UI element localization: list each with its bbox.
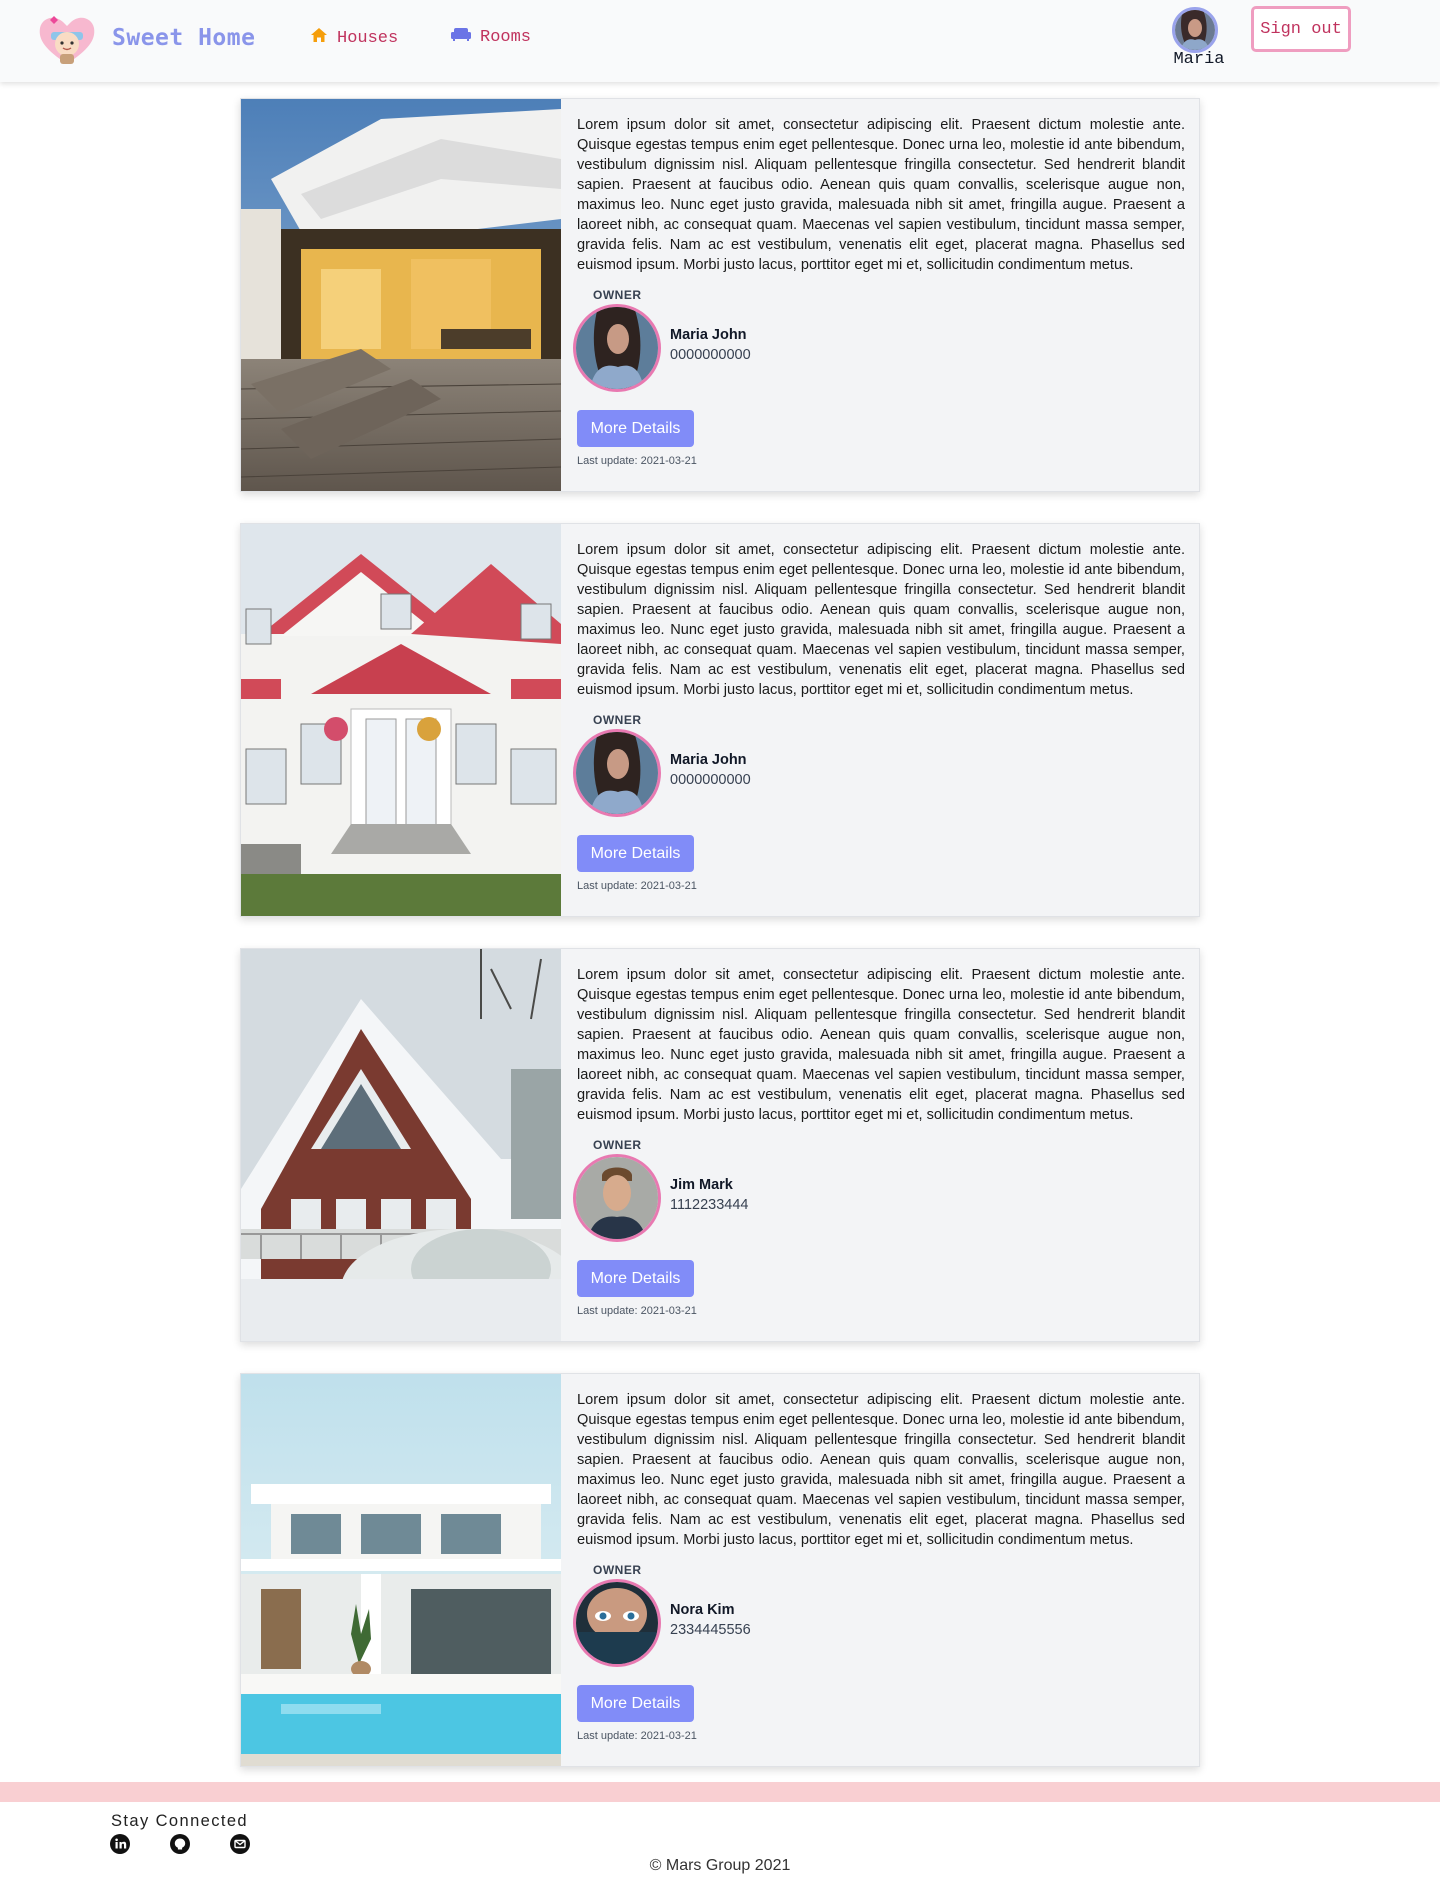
nav-rooms-link[interactable]: Rooms <box>451 27 531 47</box>
listing-description: Lorem ipsum dolor sit amet, consectetur … <box>577 542 1185 698</box>
more-details-button[interactable]: More Details <box>577 1685 694 1722</box>
owner-section: Jim Mark 1112233444 <box>573 1154 1185 1242</box>
user-name: Maria <box>1173 50 1225 69</box>
owner-phone: 2334445556 <box>670 1622 751 1638</box>
owner-label: OWNER <box>593 288 642 302</box>
house-icon <box>310 27 328 49</box>
logo-icon[interactable] <box>36 12 98 68</box>
owner-avatar[interactable] <box>573 1579 661 1667</box>
more-details-button[interactable]: More Details <box>577 410 694 447</box>
nav-rooms-label: Rooms <box>480 27 532 47</box>
owner-section: Maria John 0000000000 <box>573 304 1185 392</box>
owner-section: Nora Kim 2334445556 <box>573 1579 1185 1667</box>
copyright: © Mars Group 2021 <box>649 1857 791 1874</box>
last-update: Last update: 2021-03-21 <box>577 1305 697 1317</box>
owner-name: Maria John <box>670 327 747 343</box>
listing-card: Lorem ipsum dolor sit amet, consectetur … <box>240 98 1200 492</box>
listing-card: Lorem ipsum dolor sit amet, consectetur … <box>240 948 1200 1342</box>
last-update: Last update: 2021-03-21 <box>577 455 697 467</box>
nav-houses-label: Houses <box>337 28 399 48</box>
owner-phone: 1112233444 <box>670 1197 749 1213</box>
listing-description: Lorem ipsum dolor sit amet, consectetur … <box>577 967 1185 1123</box>
owner-phone: 0000000000 <box>670 772 751 788</box>
github-icon[interactable] <box>170 1834 190 1854</box>
navbar: Sweet Home Houses Rooms Maria Sign out <box>0 0 1440 82</box>
owner-name: Jim Mark <box>670 1177 733 1193</box>
listing-description: Lorem ipsum dolor sit amet, consectetur … <box>577 117 1185 273</box>
owner-label: OWNER <box>593 1563 642 1577</box>
owner-label: OWNER <box>593 1138 642 1152</box>
owner-name: Nora Kim <box>670 1602 735 1618</box>
email-icon[interactable] <box>230 1834 250 1854</box>
footer-band <box>0 1782 1440 1802</box>
owner-phone: 0000000000 <box>670 347 751 363</box>
house-image[interactable] <box>241 1374 561 1766</box>
house-image[interactable] <box>241 524 561 916</box>
owner-label: OWNER <box>593 713 642 727</box>
owner-avatar[interactable] <box>573 729 661 817</box>
nav-houses-link[interactable]: Houses <box>310 27 398 49</box>
listing-description: Lorem ipsum dolor sit amet, consectetur … <box>577 1392 1185 1548</box>
linkedin-icon[interactable] <box>110 1834 130 1854</box>
user-avatar[interactable] <box>1172 7 1218 53</box>
house-image[interactable] <box>241 949 561 1341</box>
owner-avatar[interactable] <box>573 304 661 392</box>
owner-section: Maria John 0000000000 <box>573 729 1185 817</box>
more-details-button[interactable]: More Details <box>577 835 694 872</box>
owner-name: Maria John <box>670 752 747 768</box>
owner-avatar[interactable] <box>573 1154 661 1242</box>
last-update: Last update: 2021-03-21 <box>577 1730 697 1742</box>
more-details-button[interactable]: More Details <box>577 1260 694 1297</box>
sofa-icon <box>451 27 471 47</box>
brand-title[interactable]: Sweet Home <box>112 25 255 51</box>
house-image[interactable] <box>241 99 561 491</box>
listing-card: Lorem ipsum dolor sit amet, consectetur … <box>240 1373 1200 1767</box>
last-update: Last update: 2021-03-21 <box>577 880 697 892</box>
sign-out-button[interactable]: Sign out <box>1251 6 1351 52</box>
stay-connected-label: Stay Connected <box>111 1812 249 1830</box>
listing-card: Lorem ipsum dolor sit amet, consectetur … <box>240 523 1200 917</box>
